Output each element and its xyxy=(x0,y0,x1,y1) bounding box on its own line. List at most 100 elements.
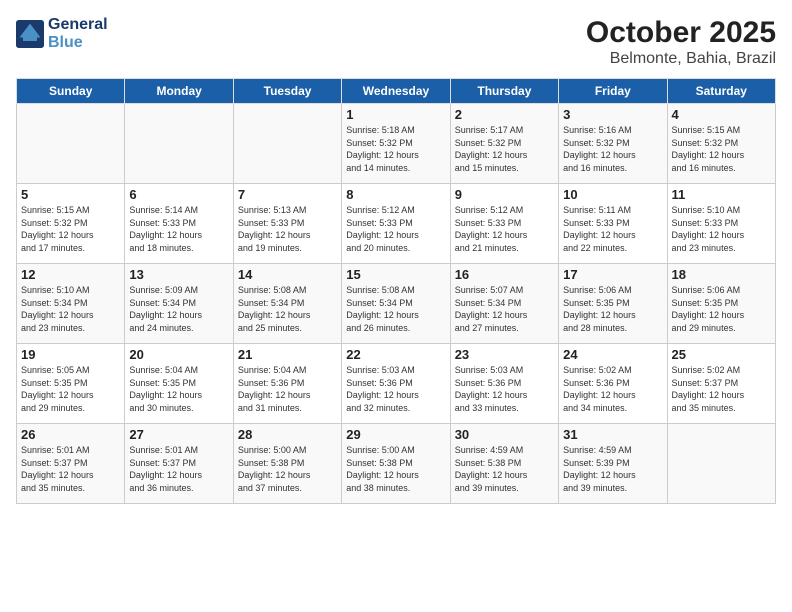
calendar-cell: 27 Sunrise: 5:01 AM Sunset: 5:37 PM Dayli… xyxy=(125,424,233,504)
day-number: 17 xyxy=(563,267,662,282)
day-info: Sunrise: 5:03 AM Sunset: 5:36 PM Dayligh… xyxy=(455,364,554,414)
month-title: October 2025 xyxy=(586,16,776,50)
day-number: 26 xyxy=(21,427,120,442)
weekday-header: Wednesday xyxy=(342,79,450,104)
day-number: 25 xyxy=(672,347,771,362)
day-info: Sunrise: 5:08 AM Sunset: 5:34 PM Dayligh… xyxy=(238,284,337,334)
calendar-cell: 31 Sunrise: 4:59 AM Sunset: 5:39 PM Dayli… xyxy=(559,424,667,504)
day-info: Sunrise: 5:10 AM Sunset: 5:33 PM Dayligh… xyxy=(672,204,771,254)
day-number: 10 xyxy=(563,187,662,202)
day-number: 1 xyxy=(346,107,445,122)
day-info: Sunrise: 5:00 AM Sunset: 5:38 PM Dayligh… xyxy=(346,444,445,494)
calendar-header-row: SundayMondayTuesdayWednesdayThursdayFrid… xyxy=(17,79,776,104)
day-number: 14 xyxy=(238,267,337,282)
day-number: 16 xyxy=(455,267,554,282)
calendar-cell: 10 Sunrise: 5:11 AM Sunset: 5:33 PM Dayli… xyxy=(559,184,667,264)
day-number: 3 xyxy=(563,107,662,122)
calendar-cell: 18 Sunrise: 5:06 AM Sunset: 5:35 PM Dayli… xyxy=(667,264,775,344)
calendar-cell: 3Sunrise: 5:16 AM Sunset: 5:32 PM Daylig… xyxy=(559,104,667,184)
day-info: Sunrise: 5:07 AM Sunset: 5:34 PM Dayligh… xyxy=(455,284,554,334)
logo-text-line2: Blue xyxy=(48,34,108,52)
day-info: Sunrise: 5:02 AM Sunset: 5:37 PM Dayligh… xyxy=(672,364,771,414)
calendar-cell: 17Sunrise: 5:06 AM Sunset: 5:35 PM Dayli… xyxy=(559,264,667,344)
day-info: Sunrise: 4:59 AM Sunset: 5:39 PM Dayligh… xyxy=(563,444,662,494)
day-info: Sunrise: 5:15 AM Sunset: 5:32 PM Dayligh… xyxy=(672,124,771,174)
calendar-cell: 1 Sunrise: 5:18 AM Sunset: 5:32 PM Daylig… xyxy=(342,104,450,184)
logo-icon xyxy=(16,20,44,48)
calendar-cell: 5 Sunrise: 5:15 AM Sunset: 5:32 PM Daylig… xyxy=(17,184,125,264)
day-number: 7 xyxy=(238,187,337,202)
weekday-header: Saturday xyxy=(667,79,775,104)
calendar-cell: 6Sunrise: 5:14 AM Sunset: 5:33 PM Daylig… xyxy=(125,184,233,264)
calendar-cell: 28Sunrise: 5:00 AM Sunset: 5:38 PM Dayli… xyxy=(233,424,341,504)
day-info: Sunrise: 5:06 AM Sunset: 5:35 PM Dayligh… xyxy=(672,284,771,334)
day-number: 30 xyxy=(455,427,554,442)
day-info: Sunrise: 5:12 AM Sunset: 5:33 PM Dayligh… xyxy=(346,204,445,254)
day-info: Sunrise: 5:11 AM Sunset: 5:33 PM Dayligh… xyxy=(563,204,662,254)
calendar-cell: 21 Sunrise: 5:04 AM Sunset: 5:36 PM Dayli… xyxy=(233,344,341,424)
logo-text-line1: General xyxy=(48,16,108,34)
weekday-header: Tuesday xyxy=(233,79,341,104)
day-number: 21 xyxy=(238,347,337,362)
day-info: Sunrise: 5:17 AM Sunset: 5:32 PM Dayligh… xyxy=(455,124,554,174)
day-info: Sunrise: 5:13 AM Sunset: 5:33 PM Dayligh… xyxy=(238,204,337,254)
calendar-cell: 23 Sunrise: 5:03 AM Sunset: 5:36 PM Dayli… xyxy=(450,344,558,424)
day-number: 15 xyxy=(346,267,445,282)
calendar-cell: 24Sunrise: 5:02 AM Sunset: 5:36 PM Dayli… xyxy=(559,344,667,424)
calendar-cell: 29 Sunrise: 5:00 AM Sunset: 5:38 PM Dayli… xyxy=(342,424,450,504)
day-number: 2 xyxy=(455,107,554,122)
day-number: 12 xyxy=(21,267,120,282)
calendar-week-row: 12 Sunrise: 5:10 AM Sunset: 5:34 PM Dayli… xyxy=(17,264,776,344)
day-number: 6 xyxy=(129,187,228,202)
day-info: Sunrise: 5:18 AM Sunset: 5:32 PM Dayligh… xyxy=(346,124,445,174)
day-number: 20 xyxy=(129,347,228,362)
location-title: Belmonte, Bahia, Brazil xyxy=(586,50,776,68)
day-number: 23 xyxy=(455,347,554,362)
day-info: Sunrise: 5:03 AM Sunset: 5:36 PM Dayligh… xyxy=(346,364,445,414)
calendar-cell: 16 Sunrise: 5:07 AM Sunset: 5:34 PM Dayli… xyxy=(450,264,558,344)
day-info: Sunrise: 5:00 AM Sunset: 5:38 PM Dayligh… xyxy=(238,444,337,494)
calendar-cell: 19 Sunrise: 5:05 AM Sunset: 5:35 PM Dayli… xyxy=(17,344,125,424)
calendar-week-row: 19 Sunrise: 5:05 AM Sunset: 5:35 PM Dayli… xyxy=(17,344,776,424)
weekday-header: Monday xyxy=(125,79,233,104)
day-info: Sunrise: 5:01 AM Sunset: 5:37 PM Dayligh… xyxy=(21,444,120,494)
calendar-cell: 22 Sunrise: 5:03 AM Sunset: 5:36 PM Dayli… xyxy=(342,344,450,424)
calendar-cell xyxy=(667,424,775,504)
day-info: Sunrise: 5:10 AM Sunset: 5:34 PM Dayligh… xyxy=(21,284,120,334)
calendar-cell: 12 Sunrise: 5:10 AM Sunset: 5:34 PM Dayli… xyxy=(17,264,125,344)
day-number: 22 xyxy=(346,347,445,362)
day-info: Sunrise: 5:02 AM Sunset: 5:36 PM Dayligh… xyxy=(563,364,662,414)
calendar-cell: 11 Sunrise: 5:10 AM Sunset: 5:33 PM Dayli… xyxy=(667,184,775,264)
day-number: 31 xyxy=(563,427,662,442)
calendar-week-row: 26 Sunrise: 5:01 AM Sunset: 5:37 PM Dayli… xyxy=(17,424,776,504)
day-info: Sunrise: 5:15 AM Sunset: 5:32 PM Dayligh… xyxy=(21,204,120,254)
day-number: 18 xyxy=(672,267,771,282)
day-number: 27 xyxy=(129,427,228,442)
calendar-cell: 2 Sunrise: 5:17 AM Sunset: 5:32 PM Daylig… xyxy=(450,104,558,184)
day-number: 19 xyxy=(21,347,120,362)
page-container: General Blue October 2025 Belmonte, Bahi… xyxy=(0,0,792,612)
calendar-cell xyxy=(17,104,125,184)
calendar-cell xyxy=(233,104,341,184)
day-number: 4 xyxy=(672,107,771,122)
day-number: 5 xyxy=(21,187,120,202)
day-number: 11 xyxy=(672,187,771,202)
calendar-cell: 20Sunrise: 5:04 AM Sunset: 5:35 PM Dayli… xyxy=(125,344,233,424)
calendar-table: SundayMondayTuesdayWednesdayThursdayFrid… xyxy=(16,78,776,504)
day-info: Sunrise: 5:01 AM Sunset: 5:37 PM Dayligh… xyxy=(129,444,228,494)
weekday-header: Sunday xyxy=(17,79,125,104)
logo: General Blue xyxy=(16,16,108,52)
day-number: 29 xyxy=(346,427,445,442)
calendar-cell: 4 Sunrise: 5:15 AM Sunset: 5:32 PM Daylig… xyxy=(667,104,775,184)
day-info: Sunrise: 4:59 AM Sunset: 5:38 PM Dayligh… xyxy=(455,444,554,494)
calendar-cell: 15Sunrise: 5:08 AM Sunset: 5:34 PM Dayli… xyxy=(342,264,450,344)
day-info: Sunrise: 5:05 AM Sunset: 5:35 PM Dayligh… xyxy=(21,364,120,414)
title-block: October 2025 Belmonte, Bahia, Brazil xyxy=(586,16,776,68)
calendar-cell: 25 Sunrise: 5:02 AM Sunset: 5:37 PM Dayli… xyxy=(667,344,775,424)
weekday-header: Thursday xyxy=(450,79,558,104)
calendar-cell: 13Sunrise: 5:09 AM Sunset: 5:34 PM Dayli… xyxy=(125,264,233,344)
calendar-cell: 14 Sunrise: 5:08 AM Sunset: 5:34 PM Dayli… xyxy=(233,264,341,344)
page-header: General Blue October 2025 Belmonte, Bahi… xyxy=(16,16,776,68)
day-info: Sunrise: 5:04 AM Sunset: 5:36 PM Dayligh… xyxy=(238,364,337,414)
day-number: 8 xyxy=(346,187,445,202)
